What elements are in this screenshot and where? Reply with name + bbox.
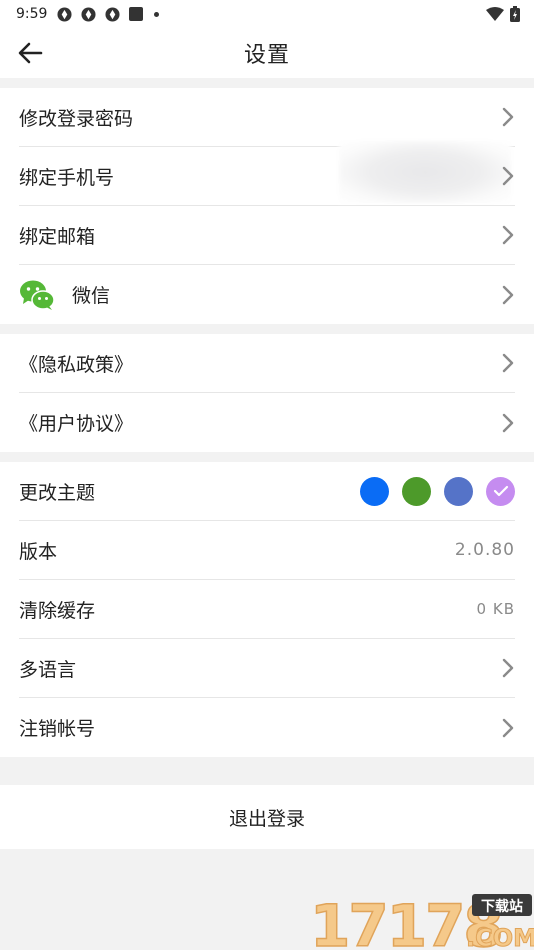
chevron-right-icon <box>502 285 514 304</box>
app-notification-icon <box>81 6 96 22</box>
language-row[interactable]: 多语言 <box>19 639 515 698</box>
section-gap <box>0 78 534 88</box>
status-bar: 9:59 <box>0 0 534 28</box>
battery-icon <box>510 6 520 22</box>
user-agreement-label: 《用户协议》 <box>19 413 134 435</box>
clear-cache-label: 清除缓存 <box>19 599 96 622</box>
site-watermark-logo: 17178 下载站 .COM <box>309 891 534 950</box>
version-row: 版本 2.0.80 <box>19 521 515 580</box>
privacy-policy-label: 《隐私政策》 <box>19 353 134 376</box>
chevron-right-icon <box>502 107 514 127</box>
user-agreement-row[interactable]: 《用户协议》 <box>19 393 515 452</box>
theme-swatch-indigo[interactable] <box>444 476 473 506</box>
wifi-icon <box>486 7 504 21</box>
theme-label: 更改主题 <box>19 481 96 504</box>
wechat-row[interactable]: 微信 <box>19 265 515 324</box>
delete-account-label: 注销帐号 <box>19 718 96 740</box>
clear-cache-row[interactable]: 清除缓存 0 KB <box>19 580 515 639</box>
page-title: 设置 <box>243 43 290 68</box>
wechat-label: 微信 <box>72 285 111 307</box>
cache-size-value: 0 KB <box>476 600 515 618</box>
chevron-right-icon <box>502 718 514 737</box>
theme-swatch-purple[interactable] <box>486 476 515 506</box>
blurred-phone-value <box>339 141 511 203</box>
theme-swatch-green[interactable] <box>402 476 431 506</box>
status-time: 9:59 <box>16 6 48 22</box>
square-app-icon <box>129 7 144 21</box>
change-password-row[interactable]: 修改登录密码 <box>19 88 515 147</box>
chevron-right-icon <box>502 166 514 186</box>
arrow-left-icon[interactable] <box>16 40 44 66</box>
change-password-label: 修改登录密码 <box>19 107 134 130</box>
language-label: 多语言 <box>19 658 77 681</box>
checkmark-icon <box>493 485 508 497</box>
chevron-right-icon <box>502 413 514 432</box>
section-gap <box>0 452 534 462</box>
version-label: 版本 <box>19 540 58 563</box>
section-gap <box>0 757 534 785</box>
bind-email-label: 绑定邮箱 <box>19 225 96 248</box>
legal-group: 《隐私政策》 《用户协议》 <box>0 334 534 452</box>
chevron-right-icon <box>502 658 514 678</box>
app-notification-icon <box>105 6 120 22</box>
chevron-right-icon <box>502 353 514 373</box>
logout-label: 退出登录 <box>228 807 305 830</box>
account-settings-group: 修改登录密码 绑定手机号 绑定邮箱 微信 <box>0 88 534 324</box>
app-settings-group: 更改主题 版本 2.0.80 清除缓存 0 KB 多语言 注销帐号 <box>0 462 534 757</box>
app-notification-icon <box>57 6 72 22</box>
privacy-policy-row[interactable]: 《隐私政策》 <box>19 334 515 393</box>
watermark-suffix: .COM <box>466 924 534 950</box>
delete-account-row[interactable]: 注销帐号 <box>19 698 515 757</box>
theme-swatch-blue[interactable] <box>360 476 389 506</box>
logout-button[interactable]: 退出登录 <box>0 785 534 849</box>
dot-icon <box>154 11 160 17</box>
wechat-icon <box>20 280 55 310</box>
watermark-badge: 下载站 <box>481 898 523 915</box>
header: 设置 <box>0 28 534 78</box>
theme-row: 更改主题 <box>19 462 515 521</box>
bind-phone-row[interactable]: 绑定手机号 <box>19 141 515 206</box>
section-gap <box>0 324 534 334</box>
chevron-right-icon <box>502 225 514 245</box>
version-value: 2.0.80 <box>454 540 515 560</box>
bind-phone-label: 绑定手机号 <box>19 166 115 189</box>
theme-swatches <box>360 476 515 506</box>
bind-email-row[interactable]: 绑定邮箱 <box>19 206 515 265</box>
